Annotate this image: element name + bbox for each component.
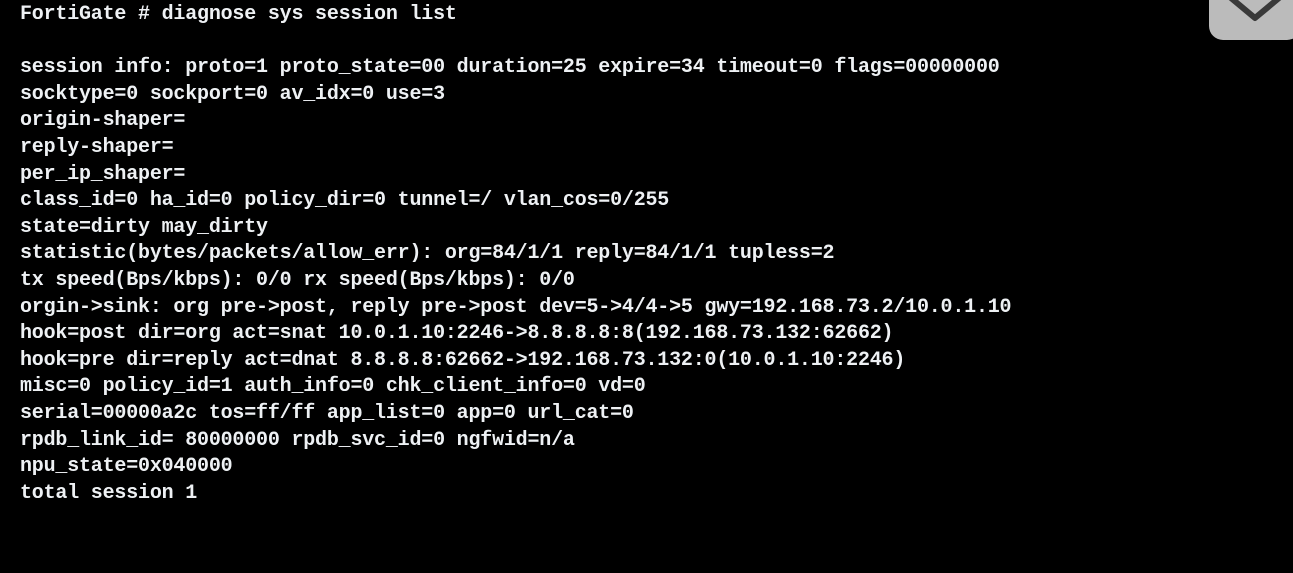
output-line: tx speed(Bps/kbps): 0/0 rx speed(Bps/kbp… <box>20 268 575 292</box>
command-text: diagnose sys session list <box>161 3 457 26</box>
output-line: state=dirty may_dirty <box>20 215 268 239</box>
terminal-output: FortiGate # diagnose sys session list se… <box>20 2 1012 508</box>
output-line: rpdb_link_id= 80000000 rpdb_svc_id=0 ngf… <box>20 428 575 452</box>
download-chevron-icon <box>1228 0 1282 21</box>
output-lines: session info: proto=1 proto_state=00 dur… <box>20 29 1012 508</box>
shell-prompt: FortiGate # <box>20 3 162 26</box>
output-line: session info: proto=1 proto_state=00 dur… <box>20 56 1000 80</box>
output-line: statistic(bytes/packets/allow_err): org=… <box>20 242 835 266</box>
output-line: per_ip_shaper= <box>20 162 186 186</box>
output-line: hook=post dir=org act=snat 10.0.1.10:224… <box>20 322 894 346</box>
terminal-window[interactable]: FortiGate # diagnose sys session list se… <box>0 0 1293 573</box>
output-line: hook=pre dir=reply act=dnat 8.8.8.8:6266… <box>20 348 906 372</box>
output-line: class_id=0 ha_id=0 policy_dir=0 tunnel=/… <box>20 189 670 213</box>
output-line: orgin->sink: org pre->post, reply pre->p… <box>20 295 1012 319</box>
output-line: misc=0 policy_id=1 auth_info=0 chk_clien… <box>20 375 646 399</box>
output-line: npu_state=0x040000 <box>20 455 233 479</box>
output-line: total session 1 <box>20 481 198 505</box>
output-line: serial=00000a2c tos=ff/ff app_list=0 app… <box>20 401 634 425</box>
output-line: origin-shaper= <box>20 109 186 133</box>
command-line: FortiGate # diagnose sys session list <box>20 2 1011 29</box>
output-line: socktype=0 sockport=0 av_idx=0 use=3 <box>20 82 445 106</box>
download-overlay-button[interactable] <box>1209 0 1293 40</box>
output-line: reply-shaper= <box>20 135 174 159</box>
